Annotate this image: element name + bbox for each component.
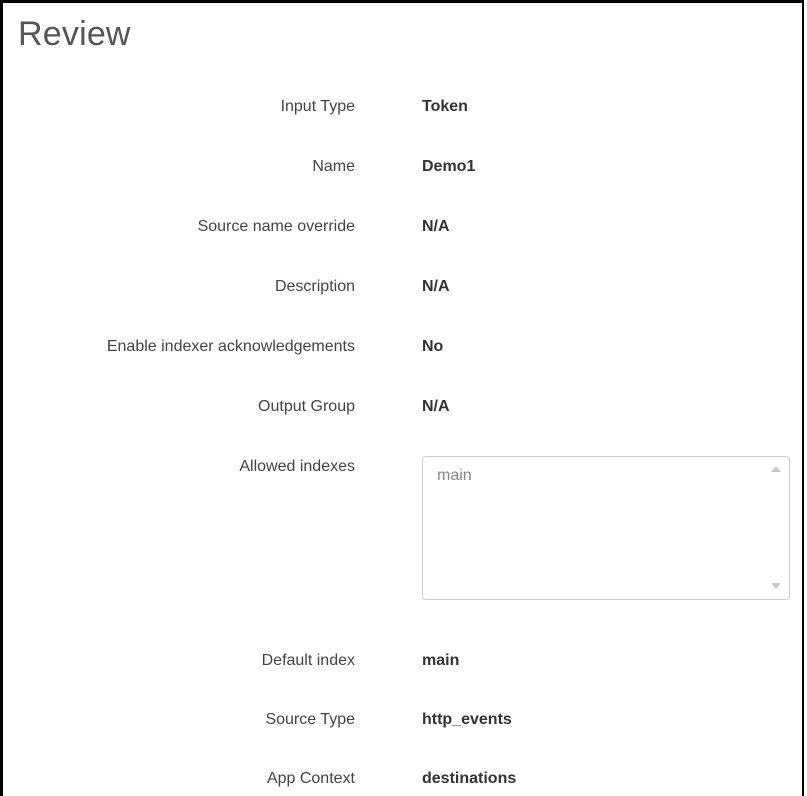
field-row-source-type: Source Type http_events [3, 708, 803, 732]
field-value: Demo1 [422, 158, 476, 175]
field-label: App Context [266, 770, 355, 787]
field-row-input-type: Input Type Token [3, 95, 803, 119]
field-row-default-index: Default index main [3, 649, 803, 673]
field-value: main [422, 652, 460, 669]
field-value: N/A [422, 278, 450, 295]
field-row-source-name-override: Source name override N/A [3, 215, 803, 239]
chevron-down-icon[interactable] [771, 583, 781, 589]
field-value: N/A [422, 398, 450, 415]
chevron-up-icon[interactable] [771, 466, 781, 472]
field-label: Default index [261, 652, 355, 669]
field-label: Source name override [197, 218, 355, 235]
allowed-indexes-value: main [437, 467, 472, 484]
field-value: destinations [422, 770, 517, 787]
field-label: Enable indexer acknowledgements [106, 338, 355, 355]
field-label: Source Type [265, 711, 355, 728]
page-title: Review [18, 15, 131, 53]
allowed-indexes-textarea[interactable]: main [422, 456, 790, 600]
field-value: N/A [422, 218, 450, 235]
field-value: Token [422, 98, 468, 115]
field-row-description: Description N/A [3, 275, 803, 299]
field-row-output-group: Output Group N/A [3, 395, 803, 419]
field-label: Description [274, 278, 355, 295]
field-row-indexer-ack: Enable indexer acknowledgements No [3, 335, 803, 359]
field-row-app-context: App Context destinations [3, 767, 803, 791]
field-value: http_events [422, 711, 512, 728]
field-row-name: Name Demo1 [3, 155, 803, 179]
field-label: Name [312, 158, 355, 175]
field-value: No [422, 338, 444, 355]
field-label: Input Type [280, 98, 355, 115]
review-panel: Review Input Type Token Name Demo1 Sourc… [0, 0, 804, 796]
field-label: Output Group [258, 398, 355, 415]
field-label: Allowed indexes [239, 458, 355, 475]
